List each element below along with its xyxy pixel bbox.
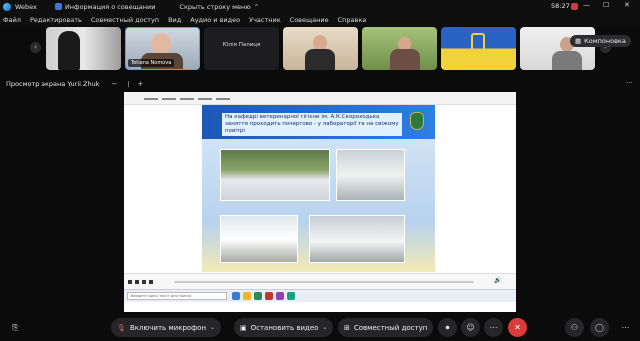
meeting-info-button[interactable]: Информация о совещании — [65, 3, 156, 11]
participant-tile[interactable] — [46, 27, 121, 70]
participant-tile[interactable]: Tetiana Nomova — [125, 27, 200, 70]
participant-name: Юлія Палиця — [222, 42, 261, 48]
participant-tile[interactable] — [362, 27, 437, 70]
inner-menu — [144, 98, 230, 100]
menu-meeting[interactable]: Совещание — [290, 16, 329, 24]
menu-file[interactable]: Файл — [3, 16, 21, 24]
webex-logo-icon — [3, 2, 11, 11]
taskbar-search[interactable]: Введите здесь текст для поиска — [127, 292, 227, 300]
photo-lab-1 — [336, 149, 405, 201]
play-controls[interactable] — [128, 280, 153, 284]
presentation-area: На кафедрі ветеринарної гігієни ім. А.К.… — [124, 105, 516, 273]
camera-icon: ▣ — [240, 323, 247, 332]
menu-participant[interactable]: Участник — [249, 16, 281, 24]
shared-screen: На кафедрі ветеринарної гігієни ім. А.К.… — [124, 92, 516, 312]
minimize-icon[interactable]: — — [583, 1, 590, 9]
end-call-button[interactable]: ✕ — [508, 318, 527, 337]
taskbar-app-icon[interactable] — [276, 292, 284, 300]
share-header: Просмотр экрана Yurii Zhuk − | + — [0, 76, 640, 92]
hide-menu-label: Скрыть строку меню — [179, 2, 251, 11]
taskbar-app-icon[interactable] — [265, 292, 273, 300]
participant-tile[interactable]: Юлія Палиця — [204, 27, 279, 70]
play-icon[interactable] — [128, 280, 132, 284]
pause-icon[interactable] — [135, 280, 139, 284]
zoom-in-button[interactable]: + — [137, 80, 143, 88]
zoom-separator: | — [127, 80, 130, 88]
inner-taskbar: Введите здесь текст для поиска — [124, 289, 516, 302]
app-title: Webex — [15, 2, 37, 11]
menu-bar: Файл Редактировать Совместный доступ Вид… — [0, 13, 640, 26]
chevron-up-icon: ⌃ — [253, 2, 260, 11]
participant-body — [552, 51, 582, 70]
menu-view[interactable]: Вид — [168, 16, 181, 24]
share-label: Совместный доступ — [353, 323, 428, 332]
taskbar-app-icon[interactable] — [243, 292, 251, 300]
share-button[interactable]: ⊞ Совместный доступ — [338, 318, 434, 337]
record-icon[interactable]: ⏺ — [438, 318, 457, 337]
trident-icon — [471, 33, 485, 53]
chevron-down-icon[interactable]: ⌄ — [210, 324, 215, 331]
slide: На кафедрі ветеринарної гігієни ім. А.К.… — [202, 105, 435, 272]
photo-lab-2 — [220, 215, 298, 263]
media-controls: 🔊 — [124, 273, 516, 289]
participant-tile[interactable] — [520, 27, 595, 70]
shield-icon — [54, 3, 62, 10]
taskbar-app-icon[interactable] — [287, 292, 295, 300]
photo-outdoor-group — [220, 149, 330, 201]
participant-tile[interactable] — [283, 27, 358, 70]
recording-icon[interactable] — [571, 3, 578, 10]
media-progress-bar[interactable] — [174, 281, 474, 283]
taskbar-app-icon[interactable] — [254, 292, 262, 300]
layout-button[interactable]: ▦ Компоновка — [570, 35, 631, 47]
participant-strip: ‹ Tetiana Nomova Юлія Палиця › — [0, 26, 640, 72]
close-icon[interactable]: ✕ — [624, 1, 630, 9]
more-icon[interactable]: ⋯ — [484, 318, 503, 337]
participants-icon[interactable]: ⚇ — [565, 318, 584, 337]
reactions-icon[interactable]: ☺ — [461, 318, 480, 337]
skip-icon[interactable] — [149, 280, 153, 284]
photo-lab-3 — [309, 215, 405, 263]
slide-text: На кафедрі ветеринарної гігієни ім. А.К.… — [222, 113, 402, 136]
maximize-icon[interactable]: ☐ — [603, 1, 609, 9]
video-label: Остановить видео — [250, 323, 319, 332]
title-bar: Webex Информация о совещании Скрыть стро… — [0, 0, 640, 13]
mic-button[interactable]: 🎙 Включить микрофон ⌄ — [111, 318, 222, 337]
captions-icon[interactable]: ⎘ — [12, 323, 18, 333]
chevron-down-icon[interactable]: ⌄ — [322, 324, 327, 331]
participant-tile[interactable] — [441, 27, 516, 70]
share-icon: ⊞ — [344, 323, 350, 332]
volume-icon[interactable]: 🔊 — [494, 277, 501, 284]
grid-icon: ▦ — [575, 37, 582, 45]
inner-app-bar — [124, 92, 516, 105]
more-panels-icon[interactable]: ⋯ — [616, 318, 635, 337]
taskbar-app-icon[interactable] — [232, 292, 240, 300]
layout-label: Компоновка — [584, 37, 626, 45]
participant-body — [390, 49, 420, 70]
participant-body — [305, 49, 335, 70]
chat-icon[interactable]: ◯ — [590, 318, 609, 337]
video-button[interactable]: ▣ Остановить видео ⌄ — [234, 318, 334, 337]
participant-silhouette — [58, 31, 80, 70]
mic-label: Включить микрофон — [129, 323, 207, 332]
stop-icon[interactable] — [142, 280, 146, 284]
more-options-icon[interactable]: ··· — [626, 79, 633, 87]
participant-face — [151, 33, 171, 55]
hide-menu-button[interactable]: Скрыть строку меню ⌃ — [179, 3, 259, 11]
university-emblem-icon — [410, 112, 424, 130]
taskbar-icons — [232, 292, 295, 300]
mic-muted-icon: 🎙 — [117, 323, 126, 332]
menu-share[interactable]: Совместный доступ — [91, 16, 159, 24]
participant-name: Tetiana Nomova — [128, 59, 175, 67]
zoom-out-button[interactable]: − — [111, 80, 117, 88]
share-title: Просмотр экрана Yurii Zhuk — [6, 80, 100, 88]
meeting-toolbar: ⎘ 🎙 Включить микрофон ⌄ ▣ Остановить вид… — [0, 315, 640, 341]
menu-audio-video[interactable]: Аудио и видео — [190, 16, 240, 24]
menu-edit[interactable]: Редактировать — [30, 16, 82, 24]
chevron-left-icon[interactable]: ‹ — [30, 42, 41, 53]
meeting-timer: 58:27 — [551, 2, 570, 10]
menu-help[interactable]: Справка — [338, 16, 367, 24]
